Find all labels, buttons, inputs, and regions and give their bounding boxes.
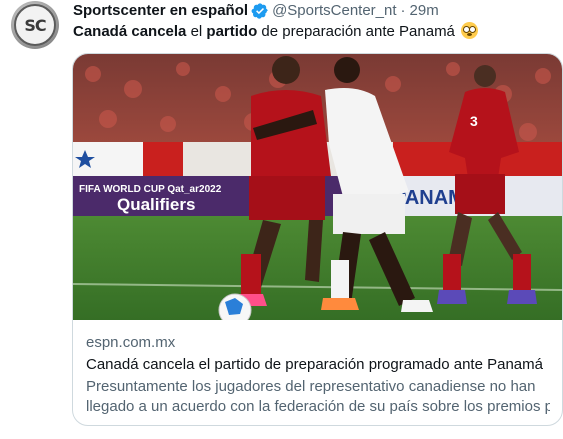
tweet-text-part-4: de preparación ante Panamá [257,23,455,40]
link-card[interactable]: FIFA WORLD CUP Qat_ar2022 Qualifiers PAN… [72,53,563,426]
tweet-text: Canadá cancela el partido de preparación… [73,22,479,42]
card-description: Presuntamente los jugadores del represen… [86,377,550,417]
separator-dot: · [400,2,406,19]
display-name[interactable]: Sportscenter en español [73,1,248,21]
card-body: espn.com.mx Canadá cancela el partido de… [86,333,550,417]
sportscenter-logo-icon: SC [14,4,56,46]
tweet-text-bold-2: partido [206,23,258,40]
player-number: 3 [470,113,478,129]
card-description-line-1: Presuntamente los jugadores del represen… [86,378,536,395]
banner-sub-text: Qualifiers [117,195,195,214]
card-domain: espn.com.mx [86,334,176,351]
tweet-text-part-2: el [186,23,207,40]
flushed-face-emoji-icon [461,22,479,39]
verified-badge-icon [251,3,268,19]
banner-text: FIFA WORLD CUP Qat_ar2022 [79,184,222,195]
soccer-match-photo: FIFA WORLD CUP Qat_ar2022 Qualifiers PAN… [73,54,562,320]
user-handle[interactable]: @SportsCenter_nt [272,1,396,21]
tweet-text-bold-1: Canadá cancela [73,23,187,40]
card-title: Canadá cancela el partido de preparación… [86,356,543,373]
card-image[interactable]: FIFA WORLD CUP Qat_ar2022 Qualifiers PAN… [73,54,562,320]
card-description-line-2: llegado a un acuerdo con la federación d… [86,398,550,415]
tweet-header: Sportscenter en español @SportsCenter_nt… [73,1,439,21]
timestamp[interactable]: 29m [410,1,439,21]
avatar[interactable]: SC [11,1,59,49]
